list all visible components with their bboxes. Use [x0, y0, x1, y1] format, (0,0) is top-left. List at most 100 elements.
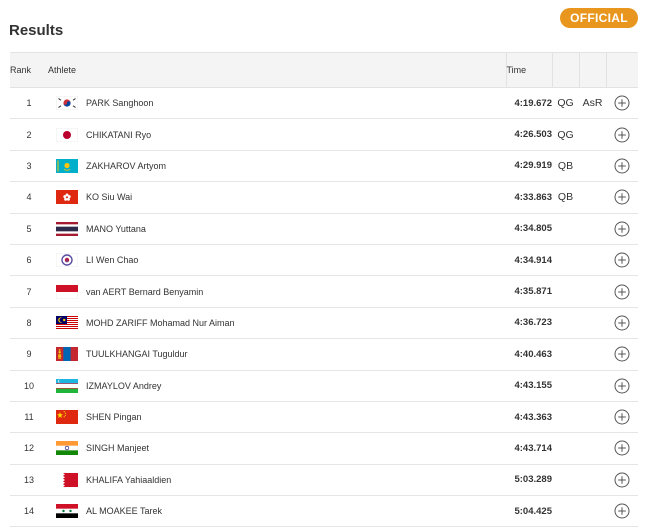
table-row[interactable]: 9 TUULKHANGAI Tuguldur 4:40.463: [10, 338, 638, 371]
qualification-cell: QB: [552, 150, 579, 183]
plus-circle-icon[interactable]: [614, 252, 630, 268]
table-row[interactable]: 3 ZAKHAROV Artyom 4:29.919 QB: [10, 150, 638, 183]
record-cell: AsR: [579, 87, 606, 120]
table-row[interactable]: 11 SHEN Pingan 4:43.363: [10, 401, 638, 434]
qualification-cell: [552, 338, 579, 371]
flag-cell: [48, 307, 86, 340]
expand-cell[interactable]: [606, 150, 638, 183]
plus-circle-icon[interactable]: [614, 440, 630, 456]
indonesia-flag-icon: [56, 284, 78, 299]
table-row[interactable]: 5 MANO Yuttana 4:34.805: [10, 213, 638, 245]
athlete-name[interactable]: TUULKHANGAI Tuguldur: [86, 338, 506, 371]
expand-cell[interactable]: [606, 244, 638, 277]
athlete-name[interactable]: AL MOAKEE Tarek: [86, 495, 506, 528]
athlete-name[interactable]: MANO Yuttana: [86, 213, 506, 245]
qualification-cell: [552, 307, 579, 340]
page-title: Results: [9, 22, 64, 39]
table-row[interactable]: 13 KHALIFA Yahiaaldien 5:03.289: [10, 464, 638, 497]
plus-circle-icon[interactable]: [614, 221, 630, 237]
expand-cell[interactable]: [606, 338, 638, 371]
athlete-name[interactable]: LI Wen Chao: [86, 244, 506, 277]
expand-cell[interactable]: [606, 432, 638, 465]
expand-cell[interactable]: [606, 275, 638, 308]
time-cell: 4:43.155: [506, 370, 552, 402]
table-row[interactable]: 6 LI Wen Chao 4:34.914: [10, 244, 638, 277]
table-row[interactable]: 1 PARK Sanghoon 4:19.672 QG AsR: [10, 87, 638, 120]
mongolia-flag-icon: [56, 347, 78, 362]
thailand-flag-icon: [56, 221, 78, 236]
record-cell: [579, 338, 606, 371]
hong-kong-flag-icon: [56, 190, 78, 205]
plus-circle-icon[interactable]: [614, 315, 630, 331]
expand-column-header: [605, 52, 638, 88]
expand-cell[interactable]: [606, 495, 638, 528]
athlete-name[interactable]: CHIKATANI Ryo: [86, 118, 506, 151]
table-row[interactable]: 7 van AERT Bernard Benyamin 4:35.871: [10, 275, 638, 308]
qualification-cell: [552, 213, 579, 245]
table-row[interactable]: 10 IZMAYLOV Andrey 4:43.155: [10, 370, 638, 402]
expand-cell[interactable]: [606, 401, 638, 434]
expand-cell[interactable]: [606, 464, 638, 497]
table-row[interactable]: 8 MOHD ZARIFF Mohamad Nur Aiman 4:36.723: [10, 307, 638, 340]
athlete-name[interactable]: KHALIFA Yahiaaldien: [86, 464, 506, 497]
qualification-cell: [552, 464, 579, 497]
expand-cell[interactable]: [606, 213, 638, 245]
qualification-cell: [552, 401, 579, 434]
record-cell: [579, 432, 606, 465]
rank-column-header: Rank: [10, 52, 48, 88]
qualification-cell: QB: [552, 181, 579, 214]
rank-cell: 6: [10, 244, 48, 277]
plus-circle-icon[interactable]: [614, 409, 630, 425]
expand-cell[interactable]: [606, 370, 638, 402]
record-cell: [579, 181, 606, 214]
expand-cell[interactable]: [606, 87, 638, 120]
record-column-header: [578, 52, 606, 88]
athlete-name[interactable]: KO Siu Wai: [86, 181, 506, 214]
athlete-name[interactable]: IZMAYLOV Andrey: [86, 370, 506, 402]
table-row[interactable]: 4 KO Siu Wai 4:33.863 QB: [10, 181, 638, 214]
rank-cell: 12: [10, 432, 48, 465]
japan-flag-icon: [56, 127, 78, 142]
plus-circle-icon[interactable]: [614, 158, 630, 174]
record-cell: [579, 307, 606, 340]
table-row[interactable]: 12 SINGH Manjeet 4:43.714: [10, 432, 638, 465]
rank-cell: 1: [10, 87, 48, 120]
athlete-name[interactable]: SHEN Pingan: [86, 401, 506, 434]
qualification-cell: [552, 275, 579, 308]
plus-circle-icon[interactable]: [614, 378, 630, 394]
plus-circle-icon[interactable]: [614, 284, 630, 300]
expand-cell[interactable]: [606, 181, 638, 214]
plus-circle-icon[interactable]: [614, 503, 630, 519]
time-cell: 4:19.672: [506, 87, 552, 120]
plus-circle-icon[interactable]: [614, 95, 630, 111]
rank-cell: 4: [10, 181, 48, 214]
qualification-cell: [552, 244, 579, 277]
plus-circle-icon[interactable]: [614, 189, 630, 205]
plus-circle-icon[interactable]: [614, 127, 630, 143]
time-cell: 4:33.863: [506, 181, 552, 214]
athlete-name[interactable]: SINGH Manjeet: [86, 432, 506, 465]
rank-cell: 2: [10, 118, 48, 151]
rank-cell: 8: [10, 307, 48, 340]
india-flag-icon: [56, 441, 78, 456]
korea-flag-icon: [56, 96, 78, 111]
athlete-name[interactable]: MOHD ZARIFF Mohamad Nur Aiman: [86, 307, 506, 340]
flag-cell: [48, 432, 86, 465]
flag-cell: [48, 464, 86, 497]
athlete-name[interactable]: van AERT Bernard Benyamin: [86, 275, 506, 308]
plus-circle-icon[interactable]: [614, 346, 630, 362]
athlete-column-header: Athlete: [48, 52, 506, 88]
flag-cell: [48, 87, 86, 120]
flag-cell: [48, 401, 86, 434]
record-cell: [579, 118, 606, 151]
expand-cell[interactable]: [606, 307, 638, 340]
plus-circle-icon[interactable]: [614, 472, 630, 488]
table-row[interactable]: 14 AL MOAKEE Tarek 5:04.425: [10, 495, 638, 528]
athlete-name[interactable]: PARK Sanghoon: [86, 87, 506, 120]
table-row[interactable]: 2 CHIKATANI Ryo 4:26.503 QG: [10, 118, 638, 151]
expand-cell[interactable]: [606, 118, 638, 151]
athlete-name[interactable]: ZAKHAROV Artyom: [86, 150, 506, 183]
flag-cell: [48, 370, 86, 402]
official-status-badge: OFFICIAL: [560, 8, 638, 28]
rank-cell: 10: [10, 370, 48, 402]
